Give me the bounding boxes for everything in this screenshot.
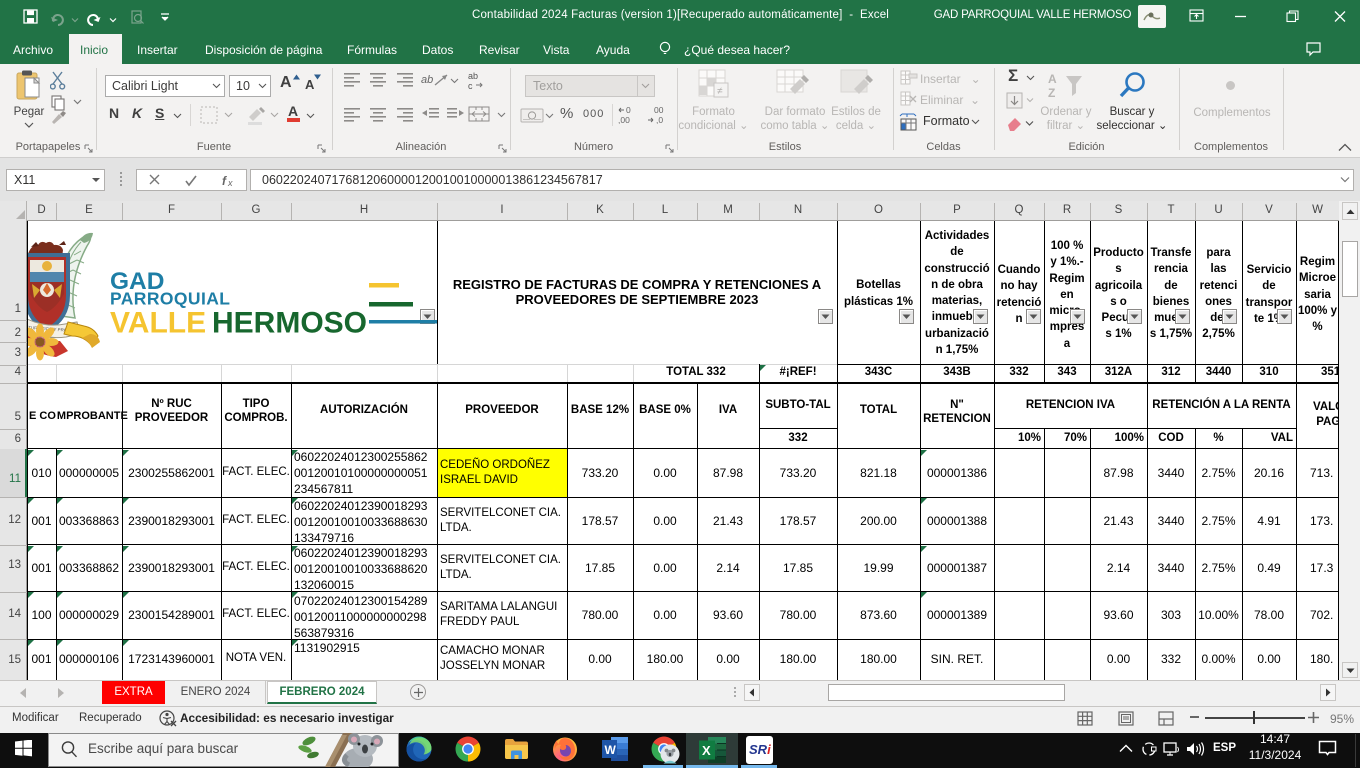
svg-text:x: x: [227, 178, 233, 187]
svg-text:ab: ab: [468, 71, 478, 81]
svg-text:ab: ab: [421, 74, 433, 86]
svg-text:W: W: [605, 743, 617, 757]
svg-text:,0: ,0: [656, 115, 663, 125]
svg-text:≠: ≠: [717, 86, 723, 97]
svg-text:X: X: [702, 743, 711, 758]
svg-text:VALLE: VALLE: [110, 307, 206, 340]
svg-text:00: 00: [654, 105, 664, 115]
svg-text:c: c: [468, 81, 473, 91]
svg-text:A: A: [1048, 72, 1057, 86]
svg-text:,00: ,00: [618, 115, 630, 125]
svg-text:PARROQUIAL: PARROQUIAL: [110, 289, 230, 309]
svg-text:0: 0: [626, 105, 631, 115]
svg-text:f: f: [222, 174, 227, 187]
svg-text:HERMOSO: HERMOSO: [212, 307, 367, 340]
svg-text:Z: Z: [1048, 86, 1055, 100]
